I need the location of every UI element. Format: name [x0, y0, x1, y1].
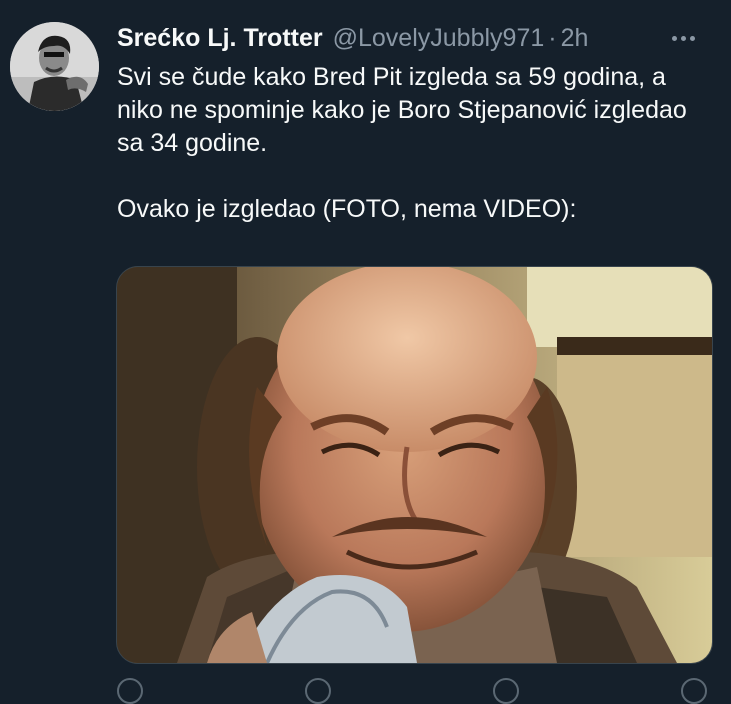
avatar[interactable]	[10, 22, 99, 111]
tweet-photo[interactable]	[116, 266, 713, 664]
more-dot	[680, 35, 686, 41]
more-dot	[689, 35, 695, 41]
retweet-icon[interactable]	[305, 678, 331, 704]
separator-dot: ·	[548, 23, 557, 52]
tweet-actions	[117, 676, 707, 704]
user-handle[interactable]: @LovelyJubbly971	[333, 24, 545, 53]
more-horizontal-icon[interactable]	[661, 20, 705, 56]
share-icon[interactable]	[681, 678, 707, 704]
tweet-text: Svi se čude kako Bred Pit izgleda sa 59 …	[117, 61, 707, 226]
tweet-paragraph: Ovako je izgledao (FOTO, nema VIDEO):	[117, 195, 577, 223]
more-dot	[671, 35, 677, 41]
like-icon[interactable]	[493, 678, 519, 704]
display-name[interactable]: Srećko Lj. Trotter	[117, 24, 323, 53]
tweet-paragraph: Svi se čude kako Bred Pit izgleda sa 59 …	[117, 63, 687, 157]
reply-icon[interactable]	[117, 678, 143, 704]
timestamp[interactable]: 2h	[561, 24, 589, 53]
tweet-header: Srećko Lj. Trotter @LovelyJubbly971 · 2h	[117, 20, 711, 56]
tweet[interactable]: Srećko Lj. Trotter @LovelyJubbly971 · 2h…	[0, 0, 731, 704]
